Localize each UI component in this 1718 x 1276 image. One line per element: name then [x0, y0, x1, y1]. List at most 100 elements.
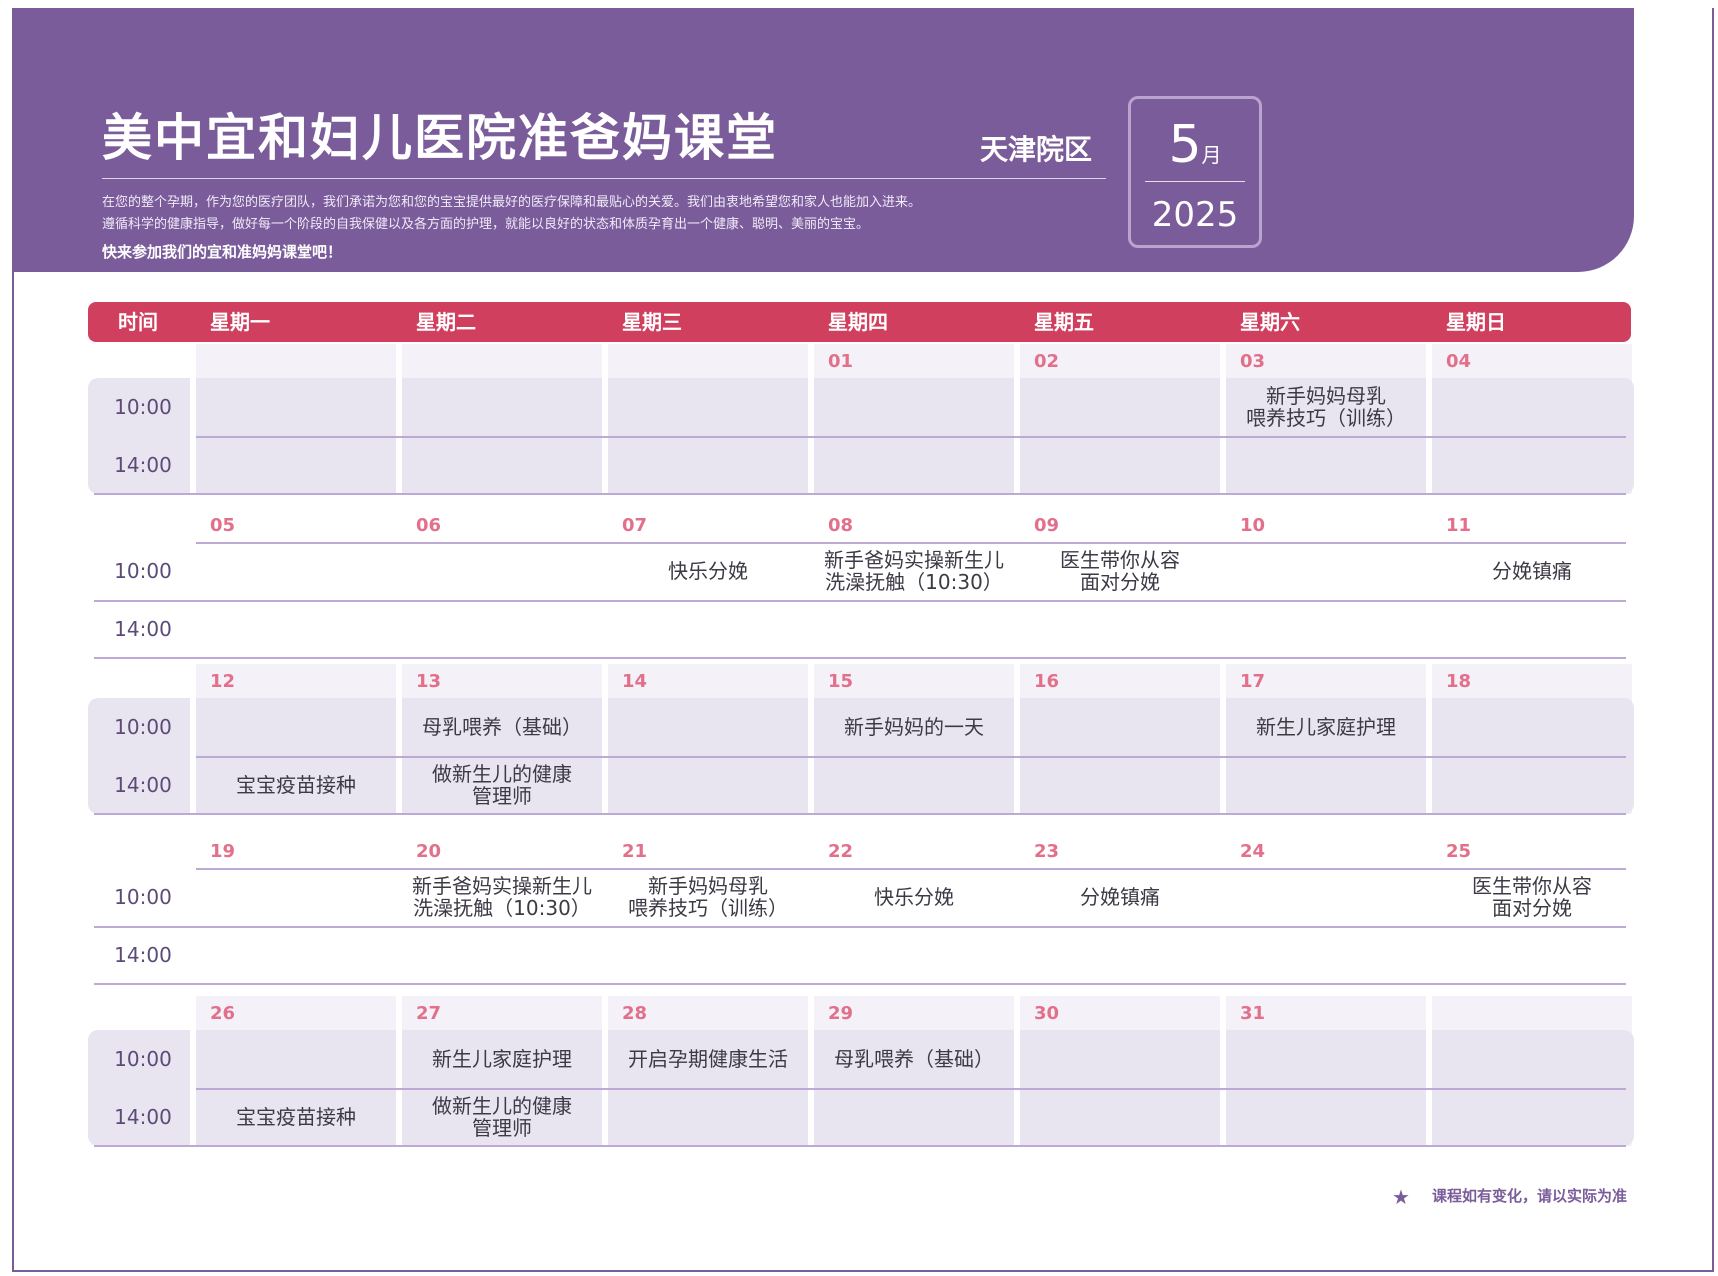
class-session[interactable]: [814, 926, 1014, 984]
class-session[interactable]: [1020, 436, 1220, 494]
class-session[interactable]: [1432, 436, 1632, 494]
class-session[interactable]: [1226, 600, 1426, 658]
time-label: 10:00: [114, 395, 172, 419]
date-number-wed: 14: [622, 671, 648, 692]
class-session[interactable]: 新手妈妈的一天: [814, 698, 1014, 756]
class-session[interactable]: [1226, 926, 1426, 984]
class-session[interactable]: [1020, 600, 1220, 658]
class-session[interactable]: [608, 378, 808, 436]
time-label: 14:00: [114, 943, 172, 967]
class-session[interactable]: [196, 698, 396, 756]
class-session[interactable]: 医生带你从容 面对分娩: [1020, 542, 1220, 600]
class-session[interactable]: 做新生儿的健康 管理师: [402, 1088, 602, 1146]
class-session[interactable]: [196, 436, 396, 494]
date-number-tue: 06: [416, 515, 442, 536]
class-session[interactable]: [608, 756, 808, 814]
class-session[interactable]: [1432, 1088, 1632, 1146]
date-number-sun: 11: [1446, 515, 1472, 536]
date-number-tue: 27: [416, 1003, 442, 1024]
class-session[interactable]: 新生儿家庭护理: [402, 1030, 602, 1088]
class-session[interactable]: 快乐分娩: [608, 542, 808, 600]
class-session[interactable]: [402, 436, 602, 494]
class-session[interactable]: 母乳喂养（基础）: [402, 698, 602, 756]
class-session[interactable]: 新生儿家庭护理: [1226, 698, 1426, 756]
class-session[interactable]: [608, 698, 808, 756]
class-session[interactable]: 宝宝疫苗接种: [196, 756, 396, 814]
column-header-time: 时间: [118, 310, 158, 334]
class-session[interactable]: [814, 1088, 1014, 1146]
column-header-sun: 星期日: [1446, 310, 1506, 334]
class-session[interactable]: [608, 436, 808, 494]
class-session[interactable]: [196, 542, 396, 600]
class-session[interactable]: 开启孕期健康生活: [608, 1030, 808, 1088]
date-number-sat: 10: [1240, 515, 1266, 536]
class-session[interactable]: [814, 600, 1014, 658]
class-session[interactable]: 医生带你从容 面对分娩: [1432, 868, 1632, 926]
date-number-mon: 05: [210, 515, 236, 536]
class-session[interactable]: [608, 600, 808, 658]
date-number-fri: 02: [1034, 351, 1060, 372]
date-number-sat: 31: [1240, 1003, 1266, 1024]
date-number-thu: 01: [828, 351, 854, 372]
class-session[interactable]: 宝宝疫苗接种: [196, 1088, 396, 1146]
class-session[interactable]: [1226, 436, 1426, 494]
class-session[interactable]: [1226, 868, 1426, 926]
class-session[interactable]: 新手爸妈实操新生儿 洗澡抚触（10:30）: [814, 542, 1014, 600]
class-session[interactable]: 做新生儿的健康 管理师: [402, 756, 602, 814]
column-header-mon: 星期一: [210, 310, 270, 334]
class-session[interactable]: [1432, 600, 1632, 658]
class-session[interactable]: [1020, 378, 1220, 436]
class-session[interactable]: [402, 600, 602, 658]
class-session[interactable]: [402, 926, 602, 984]
date-number-tue: 20: [416, 841, 442, 862]
class-session[interactable]: [608, 1088, 808, 1146]
class-session[interactable]: [608, 926, 808, 984]
class-session[interactable]: [814, 378, 1014, 436]
class-session[interactable]: [814, 436, 1014, 494]
class-session[interactable]: 新手爸妈实操新生儿 洗澡抚触（10:30）: [402, 868, 602, 926]
class-session[interactable]: [1020, 1030, 1220, 1088]
class-session[interactable]: [1226, 756, 1426, 814]
date-number-sat: 24: [1240, 841, 1266, 862]
class-session[interactable]: [1432, 698, 1632, 756]
class-session[interactable]: 新手妈妈母乳 喂养技巧（训练）: [608, 868, 808, 926]
class-session[interactable]: [814, 756, 1014, 814]
class-session[interactable]: 母乳喂养（基础）: [814, 1030, 1014, 1088]
class-session[interactable]: [196, 868, 396, 926]
column-header-thu: 星期四: [828, 310, 888, 334]
class-session[interactable]: [1020, 926, 1220, 984]
class-session[interactable]: [1432, 1030, 1632, 1088]
date-number-fri: 23: [1034, 841, 1060, 862]
class-session[interactable]: [402, 542, 602, 600]
class-session[interactable]: [196, 378, 396, 436]
class-session[interactable]: [1432, 378, 1632, 436]
time-label: 14:00: [114, 453, 172, 477]
class-session[interactable]: [1432, 926, 1632, 984]
class-session[interactable]: [196, 600, 396, 658]
class-session[interactable]: [1020, 1088, 1220, 1146]
column-header-sat: 星期六: [1240, 310, 1300, 334]
class-session[interactable]: [196, 926, 396, 984]
class-session[interactable]: 新手妈妈母乳 喂养技巧（训练）: [1226, 378, 1426, 436]
class-session[interactable]: [1020, 698, 1220, 756]
date-number-sun: 18: [1446, 671, 1472, 692]
star-icon: ★: [1392, 1185, 1410, 1209]
date-number-sun: 25: [1446, 841, 1472, 862]
class-session[interactable]: [1226, 542, 1426, 600]
class-session[interactable]: 快乐分娩: [814, 868, 1014, 926]
footer-note: 课程如有变化，请以实际为准: [1431, 1187, 1627, 1205]
class-session[interactable]: 分娩镇痛: [1432, 542, 1632, 600]
class-session[interactable]: [402, 378, 602, 436]
time-label: 10:00: [114, 1047, 172, 1071]
class-session[interactable]: [1226, 1088, 1426, 1146]
class-session[interactable]: [1226, 1030, 1426, 1088]
class-session[interactable]: [196, 1030, 396, 1088]
column-header-wed: 星期三: [622, 310, 682, 334]
date-number-mon: 19: [210, 841, 236, 862]
class-session[interactable]: [1432, 756, 1632, 814]
date-number-wed: 21: [622, 841, 648, 862]
time-label: 14:00: [114, 617, 172, 641]
class-session[interactable]: 分娩镇痛: [1020, 868, 1220, 926]
time-label: 14:00: [114, 1105, 172, 1129]
class-session[interactable]: [1020, 756, 1220, 814]
